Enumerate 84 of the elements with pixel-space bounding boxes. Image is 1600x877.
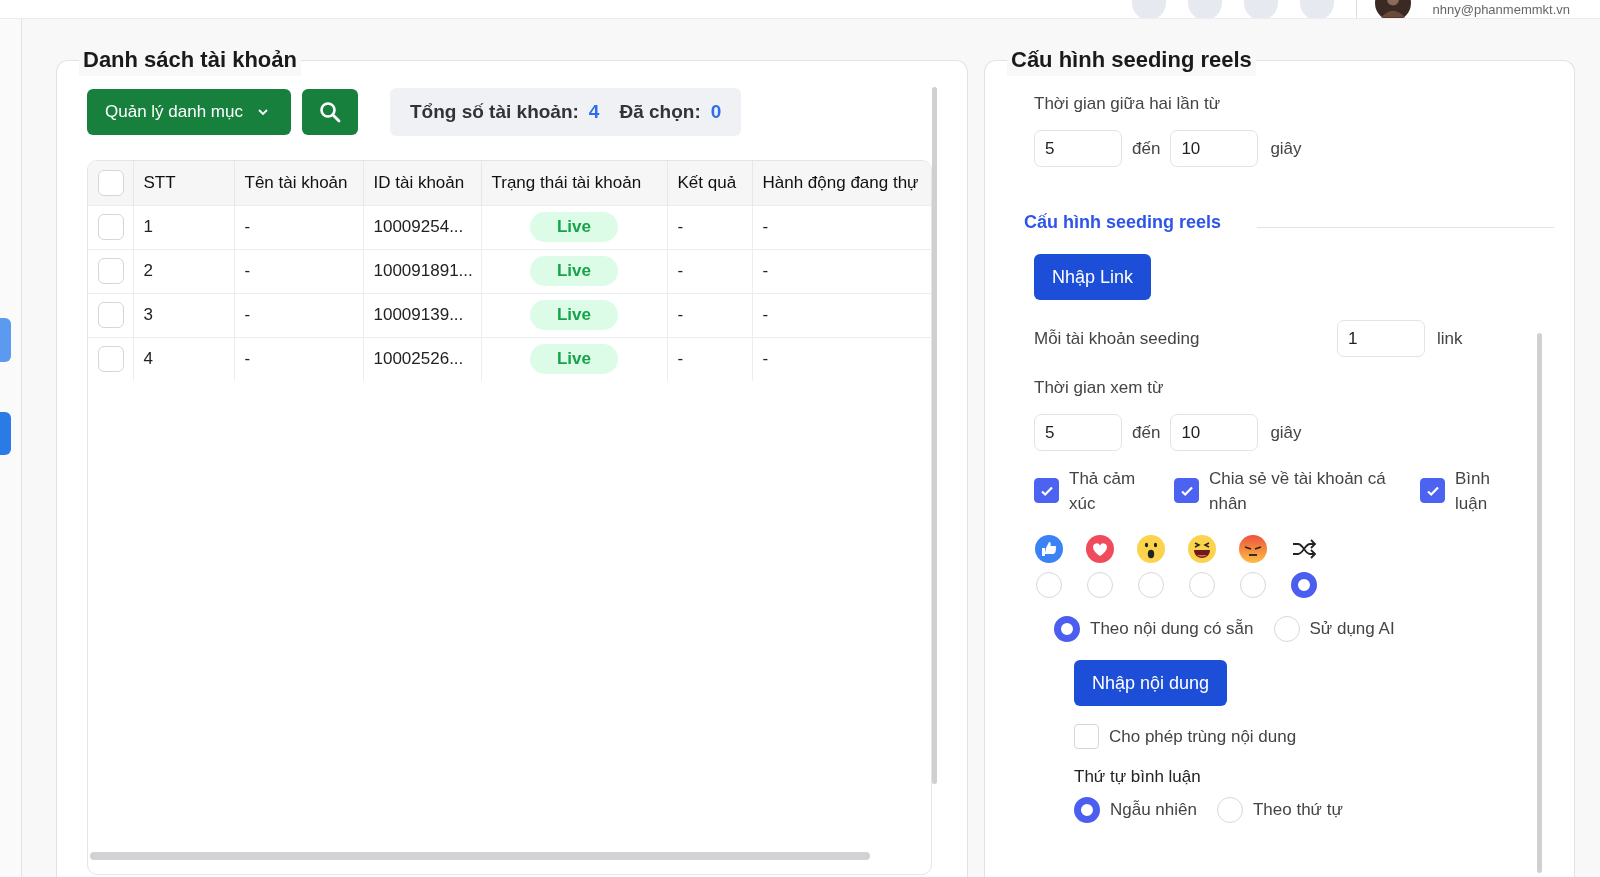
table-cell: - [762, 217, 769, 236]
sidebar-tab[interactable] [0, 318, 11, 362]
caret-icon [256, 106, 269, 118]
from-field[interactable]: 5 [1034, 130, 1122, 167]
table-cell: 10009139... [373, 305, 464, 324]
radio-label: Theo thứ tự [1252, 800, 1343, 820]
unit-label: giây [1270, 138, 1302, 159]
table-cell: 1 [143, 217, 153, 236]
table-cell: 10009254... [373, 217, 464, 236]
radio-button[interactable] [1054, 616, 1080, 642]
column-header[interactable]: ID tài khoản [363, 161, 481, 205]
table-cell: - [244, 305, 251, 324]
column-header[interactable]: STT [133, 161, 234, 205]
select-all-checkbox[interactable] [98, 169, 124, 196]
row-checkbox[interactable] [98, 302, 124, 328]
selected-count: 0 [710, 101, 722, 123]
checkbox-label: Chia sẻ về tài khoản cá nhân [1209, 468, 1387, 515]
like-icon [1034, 534, 1064, 564]
row-checkbox[interactable] [98, 346, 124, 373]
table-cell: - [762, 261, 769, 280]
table-cell: 3 [143, 305, 153, 324]
table-cell: 2 [143, 261, 153, 280]
search-icon [317, 100, 342, 124]
range-label: đến [1132, 138, 1161, 159]
row-checkbox[interactable] [98, 214, 124, 240]
status-badge: Live [530, 256, 618, 286]
import-content-button[interactable]: Nhập nội dung [1074, 660, 1228, 706]
radio-label: Sử dụng AI [1309, 619, 1395, 639]
column-header[interactable]: Trạng thái tài khoản [481, 161, 667, 205]
row-checkbox[interactable] [98, 258, 124, 284]
field-label: Thứ tự bình luận [1074, 767, 1202, 787]
radio-button[interactable] [1291, 572, 1317, 598]
field-label: Mỗi tài khoản seeding [1034, 328, 1201, 349]
table-cell: - [677, 305, 684, 324]
status-badge: Live [530, 300, 618, 330]
surprised-face-icon [1136, 534, 1166, 564]
table-cell: - [244, 349, 251, 369]
vertical-scrollbar[interactable] [1537, 333, 1542, 873]
link-count-field[interactable]: 1 [1337, 320, 1425, 357]
table-cell: - [677, 217, 684, 236]
unit-label: link [1437, 328, 1463, 349]
checkbox-label: Bình luận [1455, 468, 1491, 515]
checkbox[interactable] [1034, 478, 1059, 503]
range-label: đến [1132, 422, 1161, 443]
column-header[interactable]: Kết quả [667, 161, 752, 205]
field-label: Thời gian giữa hai lần từ [1034, 93, 1222, 115]
table-cell: 100091891... [373, 261, 473, 280]
to-field[interactable]: 10 [1170, 414, 1259, 451]
user-email: nhny@phanmemmkt.vn [1432, 3, 1570, 17]
from-field[interactable]: 5 [1034, 414, 1122, 451]
table-cell: - [677, 261, 684, 280]
column-header[interactable]: Hành động đang thự [752, 161, 931, 205]
field-label: Thời gian xem từ [1034, 377, 1165, 399]
table-cell: - [677, 349, 684, 369]
total-label: Tổng số tài khoản: [409, 101, 579, 123]
sidebar-tab[interactable] [0, 412, 11, 455]
table-cell: 10002526... [373, 349, 464, 369]
table-cell: - [762, 349, 769, 369]
total-count: 4 [588, 101, 600, 123]
radio-label: Theo nội dung có sẵn [1090, 619, 1254, 639]
checkbox-label: Cho phép trùng nội dung [1109, 726, 1298, 748]
selected-label: Đã chọn: [619, 101, 701, 123]
angry-face-icon [1238, 534, 1268, 564]
table-cell: - [244, 217, 251, 236]
table-cell: - [244, 261, 251, 280]
section-title: Cấu hình seeding reels [1024, 212, 1222, 233]
search-button[interactable] [301, 89, 358, 135]
checkbox-label: Thả cảm xúc [1069, 468, 1137, 515]
laughing-face-icon [1187, 534, 1217, 564]
status-badge: Live [530, 212, 618, 242]
radio-label: Ngẫu nhiên [1110, 800, 1197, 820]
to-field[interactable]: 10 [1170, 130, 1259, 167]
table-cell: - [762, 305, 769, 324]
table-cell: 4 [143, 349, 153, 369]
checkbox[interactable] [1420, 478, 1445, 503]
vertical-scrollbar[interactable] [932, 87, 937, 784]
manage-categories-button[interactable]: Quản lý danh mục [87, 89, 291, 135]
unit-label: giây [1270, 422, 1302, 443]
horizontal-scrollbar[interactable] [90, 852, 870, 860]
import-link-button[interactable]: Nhập Link [1034, 254, 1152, 300]
column-header[interactable]: Tên tài khoản [234, 161, 363, 205]
status-badge: Live [530, 344, 618, 375]
checkbox[interactable] [1174, 478, 1199, 503]
radio-button[interactable] [1074, 797, 1100, 823]
